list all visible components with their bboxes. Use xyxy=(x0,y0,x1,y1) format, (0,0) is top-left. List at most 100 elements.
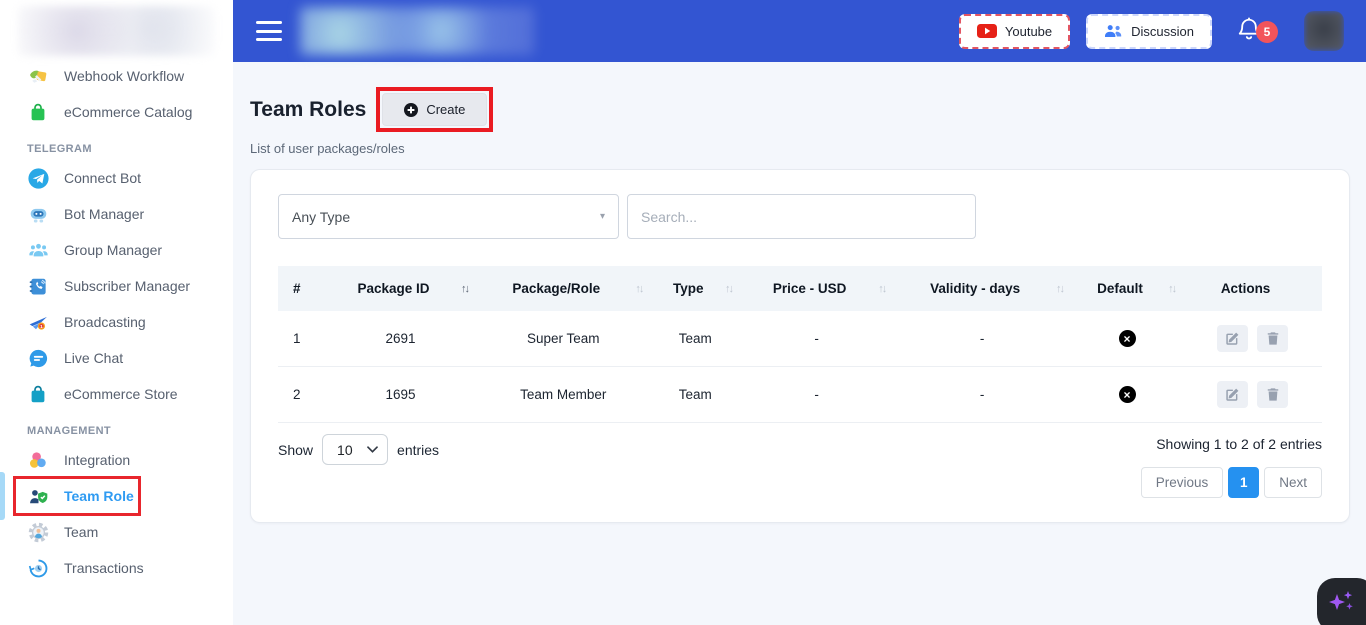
sidebar-item-label: Transactions xyxy=(64,560,144,576)
broadcast-plane-icon: 1 xyxy=(27,311,49,333)
brand-logo-blurred xyxy=(300,7,534,55)
x-circle-icon: × xyxy=(1119,386,1136,403)
cell-validity: - xyxy=(893,367,1071,423)
chat-bubble-icon xyxy=(27,347,49,369)
robot-icon xyxy=(27,203,49,225)
delete-button[interactable] xyxy=(1257,381,1288,408)
sidebar-item-label: eCommerce Store xyxy=(64,386,178,402)
cell-price: - xyxy=(740,367,893,423)
integration-circles-icon xyxy=(27,449,49,471)
sidebar-item-label: Bot Manager xyxy=(64,206,144,222)
sidebar-item-label: Webhook Workflow xyxy=(64,68,184,84)
column-header-package-role: Package/Role↑↓ xyxy=(476,266,650,311)
previous-page-button[interactable]: Previous xyxy=(1141,467,1224,498)
main-content: Team Roles Create List of user packages/… xyxy=(233,62,1366,625)
x-circle-icon: × xyxy=(1119,330,1136,347)
people-group-icon xyxy=(27,239,49,261)
sidebar-section-management: MANAGEMENT xyxy=(0,425,233,437)
active-item-indicator xyxy=(0,472,5,520)
type-filter-value: Any Type xyxy=(292,209,350,225)
sidebar-item-label: Live Chat xyxy=(64,350,123,366)
sidebar-item-connect-bot[interactable]: Connect Bot xyxy=(0,160,233,196)
sidebar-item-label: eCommerce Catalog xyxy=(64,104,192,120)
column-header-num: # xyxy=(278,266,325,311)
menu-toggle-button[interactable] xyxy=(256,21,282,41)
show-label: Show xyxy=(278,442,313,458)
cell-default: × xyxy=(1071,367,1183,423)
notifications-button[interactable]: 5 xyxy=(1236,16,1266,46)
team-role-shield-icon xyxy=(27,485,49,507)
shopping-bag-icon xyxy=(27,383,49,405)
edit-button[interactable] xyxy=(1217,325,1248,352)
sort-arrows-icon[interactable]: ↑↓ xyxy=(725,283,732,295)
ai-assistant-button[interactable] xyxy=(1317,578,1366,625)
current-page-button[interactable]: 1 xyxy=(1228,467,1259,498)
search-input[interactable] xyxy=(627,194,976,239)
page-subtitle: List of user packages/roles xyxy=(250,141,1350,156)
cell-package-id: 2691 xyxy=(325,311,476,367)
discussion-button-label: Discussion xyxy=(1131,24,1194,39)
edit-button[interactable] xyxy=(1217,381,1248,408)
sidebar-item-team-role[interactable]: Team Role xyxy=(0,478,233,514)
sidebar: Webhook Workflow eCommerce Catalog TELEG… xyxy=(0,0,233,625)
sort-arrows-icon[interactable]: ↑↓ xyxy=(635,283,642,295)
cell-package-role: Super Team xyxy=(476,311,650,367)
column-header-type: Type↑↓ xyxy=(650,266,740,311)
table-header-row: # Package ID↑↓ Package/Role↑↓ Type↑↓ Pri… xyxy=(278,266,1322,311)
table-row: 2 1695 Team Member Team - - × xyxy=(278,367,1322,423)
column-header-validity: Validity - days↑↓ xyxy=(893,266,1071,311)
sort-arrows-icon[interactable]: ↑↓ xyxy=(1168,283,1175,295)
plus-circle-icon xyxy=(404,103,418,117)
type-filter-select[interactable]: Any Type ▾ xyxy=(278,194,619,239)
sidebar-item-bot-manager[interactable]: Bot Manager xyxy=(0,196,233,232)
cell-package-role: Team Member xyxy=(476,367,650,423)
column-header-package-id: Package ID↑↓ xyxy=(325,266,476,311)
next-page-button[interactable]: Next xyxy=(1264,467,1322,498)
select-caret-icon: ▾ xyxy=(600,211,605,222)
entries-label: entries xyxy=(397,442,439,458)
sort-arrows-icon[interactable]: ↑↓ xyxy=(878,283,885,295)
team-roles-card: Any Type ▾ # Package ID↑↓ Package/Role↑↓… xyxy=(250,169,1350,523)
create-button[interactable]: Create xyxy=(382,93,487,126)
sidebar-item-webhook-workflow[interactable]: Webhook Workflow xyxy=(0,58,233,94)
telegram-plane-icon xyxy=(27,167,49,189)
notification-count-badge: 5 xyxy=(1256,21,1278,43)
sidebar-item-team[interactable]: Team xyxy=(0,514,233,550)
top-navbar: Youtube Discussion 5 xyxy=(233,0,1366,62)
sidebar-item-label: Integration xyxy=(64,452,130,468)
sidebar-item-ecommerce-catalog[interactable]: eCommerce Catalog xyxy=(0,94,233,130)
user-avatar[interactable] xyxy=(1304,11,1344,51)
sidebar-section-telegram: TELEGRAM xyxy=(0,143,233,155)
page-size-value: 10 xyxy=(337,442,353,458)
page-title: Team Roles xyxy=(250,98,366,122)
discussion-button[interactable]: Discussion xyxy=(1086,14,1212,49)
sidebar-item-transactions[interactable]: Transactions xyxy=(0,550,233,586)
team-roles-table: # Package ID↑↓ Package/Role↑↓ Type↑↓ Pri… xyxy=(278,266,1322,423)
sidebar-item-broadcasting[interactable]: 1 Broadcasting xyxy=(0,304,233,340)
sort-arrows-icon[interactable]: ↑↓ xyxy=(1056,283,1063,295)
sidebar-item-live-chat[interactable]: Live Chat xyxy=(0,340,233,376)
column-header-default: Default↑↓ xyxy=(1071,266,1183,311)
sidebar-item-group-manager[interactable]: Group Manager xyxy=(0,232,233,268)
cell-default: × xyxy=(1071,311,1183,367)
cell-num: 1 xyxy=(278,311,325,367)
contact-book-icon xyxy=(27,275,49,297)
avatar-image-blurred xyxy=(1304,11,1344,51)
transactions-history-icon xyxy=(27,557,49,579)
sidebar-item-integration[interactable]: Integration xyxy=(0,442,233,478)
sort-arrows-icon[interactable]: ↑↓ xyxy=(461,283,468,295)
svg-text:1: 1 xyxy=(40,323,43,329)
page-size-select[interactable]: 10 xyxy=(322,434,388,465)
cell-validity: - xyxy=(893,311,1071,367)
sidebar-item-subscriber-manager[interactable]: Subscriber Manager xyxy=(0,268,233,304)
cell-type: Team xyxy=(650,311,740,367)
delete-button[interactable] xyxy=(1257,325,1288,352)
team-gear-icon xyxy=(27,521,49,543)
column-header-price: Price - USD↑↓ xyxy=(740,266,893,311)
entries-summary: Showing 1 to 2 of 2 entries xyxy=(1141,436,1322,452)
ecommerce-catalog-icon xyxy=(27,101,49,123)
youtube-button[interactable]: Youtube xyxy=(959,14,1070,49)
annotation-box-create: Create xyxy=(376,87,493,132)
sidebar-item-ecommerce-store[interactable]: eCommerce Store xyxy=(0,376,233,412)
pagination: Previous 1 Next xyxy=(1141,467,1322,498)
